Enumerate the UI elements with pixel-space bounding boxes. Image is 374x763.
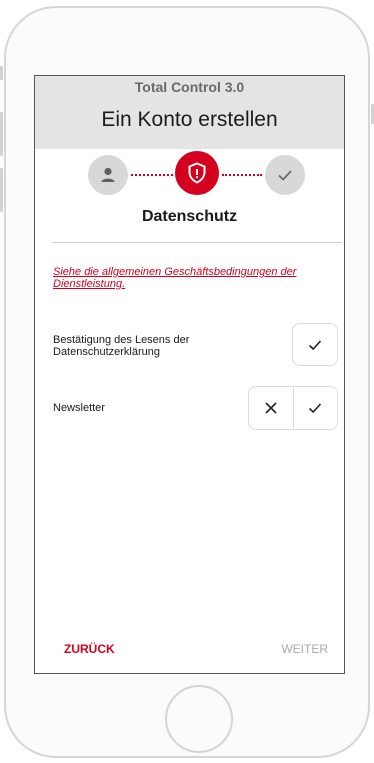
step-account (88, 155, 128, 195)
newsletter-decline-button[interactable] (249, 387, 293, 429)
shield-icon (188, 162, 206, 184)
section-title: Datenschutz (141, 208, 238, 225)
volume-up-button (0, 112, 3, 156)
newsletter-toggle (248, 386, 338, 430)
stepper-connector (131, 174, 173, 176)
app-screen: Total Control 3.0 Ein Konto erstellen Da… (34, 75, 345, 674)
back-button[interactable]: ZURÜCK (64, 642, 115, 656)
newsletter-label: Newsletter (53, 402, 105, 414)
progress-stepper (35, 149, 344, 199)
check-icon (308, 339, 322, 350)
header: Total Control 3.0 Ein Konto erstellen (35, 76, 344, 149)
check-icon (278, 170, 292, 181)
step-confirm (265, 155, 305, 195)
person-icon (101, 167, 115, 182)
close-icon (265, 402, 277, 414)
stepper-connector (222, 174, 262, 176)
app-title: Total Control 3.0 (134, 79, 245, 95)
volume-down-button (0, 168, 3, 212)
check-icon (309, 403, 322, 414)
privacy-confirmation-label: Bestätigung des Lesens der Datenschutzer… (53, 334, 190, 358)
terms-link[interactable]: Siehe die allgemeinen Geschäftsbedingung… (53, 266, 343, 290)
next-button[interactable]: WEITER (281, 642, 328, 656)
newsletter-accept-button[interactable] (292, 387, 338, 429)
divider (52, 242, 342, 243)
mute-switch (0, 66, 3, 80)
step-privacy (175, 151, 219, 195)
page-title: Ein Konto erstellen (101, 108, 278, 131)
privacy-confirm-button[interactable] (292, 323, 338, 366)
home-button (165, 685, 233, 753)
